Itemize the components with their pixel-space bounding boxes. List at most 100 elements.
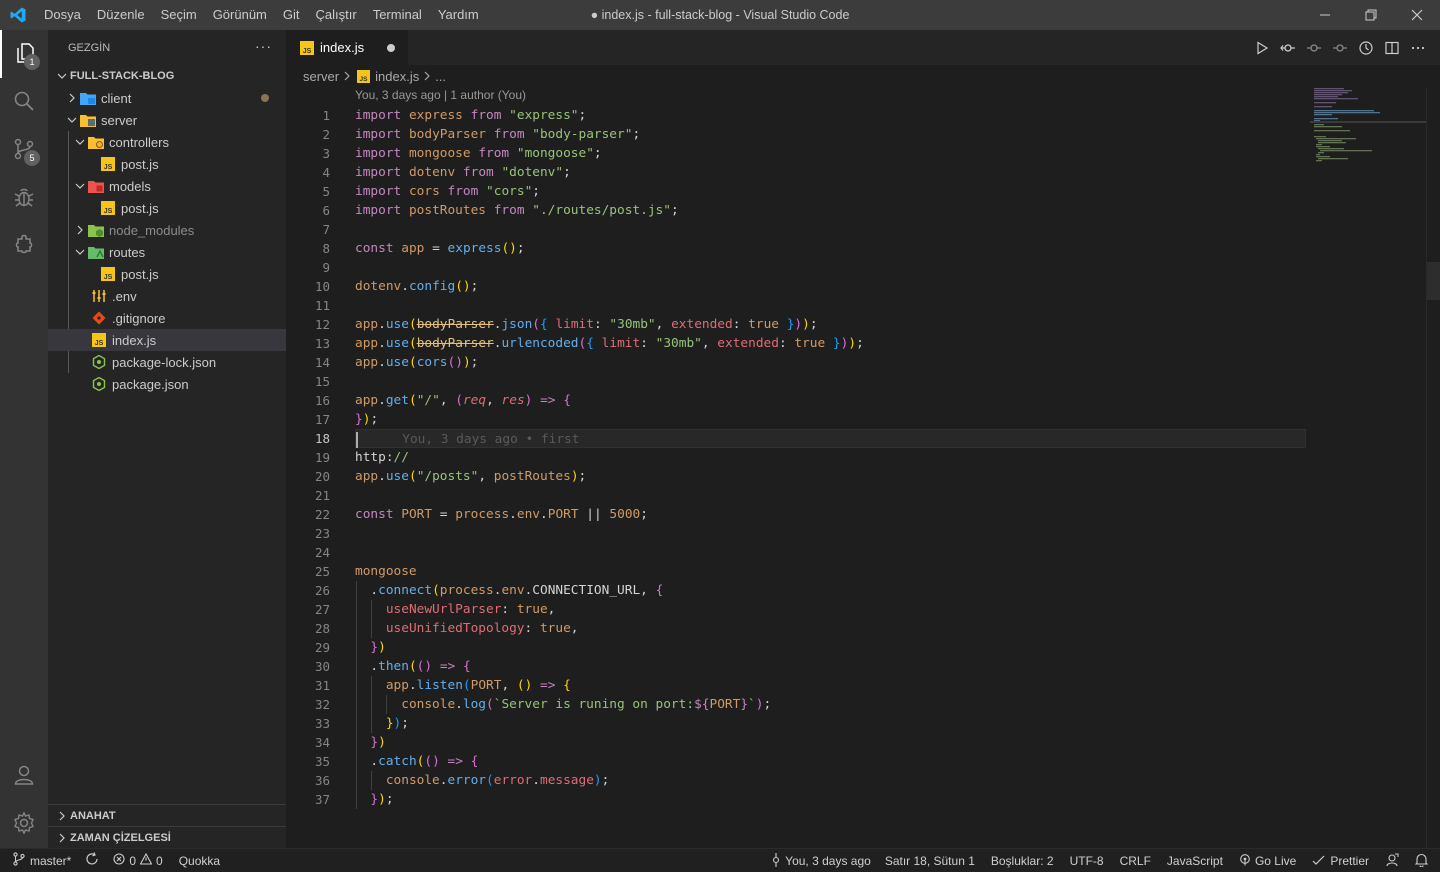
line-number[interactable]: 3	[287, 144, 342, 163]
next-change-icon[interactable]	[1331, 39, 1348, 56]
tree-file-env[interactable]: .env	[48, 285, 286, 307]
line-number[interactable]: 31	[287, 676, 342, 695]
line-number[interactable]: 24	[287, 543, 342, 562]
tab-index-js[interactable]: JS index.js	[287, 30, 408, 65]
go-live-button[interactable]: Go Live	[1231, 850, 1304, 872]
git-blame-status[interactable]: You, 3 days ago	[765, 850, 877, 872]
more-actions-button[interactable]: ···	[255, 38, 272, 54]
project-root[interactable]: FULL-STACK-BLOG	[48, 65, 286, 87]
encoding-status[interactable]: UTF-8	[1062, 850, 1112, 872]
timeline-section[interactable]: ZAMAN ÇİZELGESİ	[48, 826, 286, 848]
search-activity-button[interactable]	[0, 78, 48, 126]
previous-change-icon[interactable]	[1305, 39, 1322, 56]
line-number[interactable]: 17	[287, 410, 342, 429]
line-number[interactable]: 7	[287, 220, 342, 239]
open-changes-icon[interactable]	[1279, 39, 1296, 56]
split-editor-icon[interactable]	[1383, 39, 1400, 56]
tree-file-models-post[interactable]: JS post.js	[48, 197, 286, 219]
line-number[interactable]: 36	[287, 771, 342, 790]
tree-folder-controllers[interactable]: controllers	[48, 131, 286, 153]
line-number[interactable]: 25	[287, 562, 342, 581]
tree-folder-client[interactable]: client	[48, 87, 286, 109]
menu-git[interactable]: Git	[275, 0, 308, 30]
branch-status[interactable]: master*	[0, 850, 77, 872]
tree-folder-server[interactable]: server	[48, 109, 286, 131]
eol-status[interactable]: CRLF	[1112, 850, 1159, 872]
manage-activity-button[interactable]	[0, 800, 48, 848]
line-number[interactable]: 8	[287, 239, 342, 258]
tree-file-index[interactable]: JS index.js	[48, 329, 286, 351]
sync-button[interactable]	[77, 850, 107, 872]
code-editor[interactable]: import express from "express"; import bo…	[355, 106, 1315, 809]
line-number[interactable]: 35	[287, 752, 342, 771]
more-actions-icon[interactable]	[1409, 39, 1426, 56]
language-mode[interactable]: JavaScript	[1159, 850, 1231, 872]
line-number[interactable]: 14	[287, 353, 342, 372]
line-number[interactable]: 21	[287, 486, 342, 505]
outline-section[interactable]: ANAHAT	[48, 804, 286, 826]
line-number[interactable]: 23	[287, 524, 342, 543]
quokka-status[interactable]: Quokka	[169, 850, 226, 872]
explorer-activity-button[interactable]: 1	[0, 30, 48, 78]
menu-terminal[interactable]: Terminal	[365, 0, 430, 30]
menu-dosya[interactable]: Dosya	[36, 0, 89, 30]
line-number[interactable]: 4	[287, 163, 342, 182]
tree-folder-routes[interactable]: routes	[48, 241, 286, 263]
line-number[interactable]: 19	[287, 448, 342, 467]
accounts-activity-button[interactable]	[0, 752, 48, 800]
prettier-status[interactable]: Prettier	[1304, 850, 1377, 872]
line-number[interactable]: 34	[287, 733, 342, 752]
extensions-activity-button[interactable]	[0, 222, 48, 270]
line-number[interactable]: 30	[287, 657, 342, 676]
line-number[interactable]: 9	[287, 258, 342, 277]
minimap[interactable]	[1310, 87, 1426, 848]
feedback-button[interactable]	[1377, 850, 1407, 872]
line-number[interactable]: 37	[287, 790, 342, 809]
breadcrumb-server[interactable]: server	[303, 69, 339, 84]
unsaved-dot-icon[interactable]	[387, 44, 395, 52]
minimize-button[interactable]	[1302, 0, 1348, 30]
line-number[interactable]: 20	[287, 467, 342, 486]
breadcrumb-file[interactable]: index.js	[375, 69, 419, 84]
tree-folder-models[interactable]: models	[48, 175, 286, 197]
menu-secim[interactable]: Seçim	[153, 0, 205, 30]
run-icon[interactable]	[1253, 39, 1270, 56]
line-number[interactable]: 10	[287, 277, 342, 296]
problems-status[interactable]: 0 0	[107, 850, 168, 872]
line-number[interactable]: 26	[287, 581, 342, 600]
tree-file-routes-post[interactable]: JS post.js	[48, 263, 286, 285]
line-number[interactable]: 32	[287, 695, 342, 714]
restore-button[interactable]	[1348, 0, 1394, 30]
line-number[interactable]: 11	[287, 296, 342, 315]
timeline-history-icon[interactable]	[1357, 39, 1374, 56]
line-number[interactable]: 12	[287, 315, 342, 334]
line-number[interactable]: 5	[287, 182, 342, 201]
git-codelens[interactable]: You, 3 days ago | 1 author (You)	[355, 88, 526, 102]
close-window-button[interactable]	[1394, 0, 1440, 30]
tree-file-gitignore[interactable]: .gitignore	[48, 307, 286, 329]
indentation-status[interactable]: Boşluklar: 2	[983, 850, 1062, 872]
line-number[interactable]: 29	[287, 638, 342, 657]
line-number[interactable]: 16	[287, 391, 342, 410]
line-number[interactable]: 1	[287, 106, 342, 125]
tree-folder-node-modules[interactable]: node_modules	[48, 219, 286, 241]
menu-gorunum[interactable]: Görünüm	[205, 0, 275, 30]
line-number[interactable]: 18	[287, 429, 342, 448]
breadcrumb-symbol[interactable]: ...	[435, 69, 446, 84]
tree-file-package[interactable]: package.json	[48, 373, 286, 395]
notifications-button[interactable]	[1407, 850, 1440, 872]
menu-yardim[interactable]: Yardım	[430, 0, 487, 30]
menu-duzenle[interactable]: Düzenle	[89, 0, 153, 30]
line-number[interactable]: 22	[287, 505, 342, 524]
line-number[interactable]: 28	[287, 619, 342, 638]
tree-file-package-lock[interactable]: package-lock.json	[48, 351, 286, 373]
cursor-position[interactable]: Satır 18, Sütun 1	[877, 850, 983, 872]
menu-calistir[interactable]: Çalıştır	[308, 0, 365, 30]
line-number[interactable]: 2	[287, 125, 342, 144]
line-number[interactable]: 33	[287, 714, 342, 733]
debug-activity-button[interactable]	[0, 174, 48, 222]
tree-file-controllers-post[interactable]: JS post.js	[48, 153, 286, 175]
line-number[interactable]: 13	[287, 334, 342, 353]
line-number[interactable]: 6	[287, 201, 342, 220]
line-number[interactable]: 27	[287, 600, 342, 619]
